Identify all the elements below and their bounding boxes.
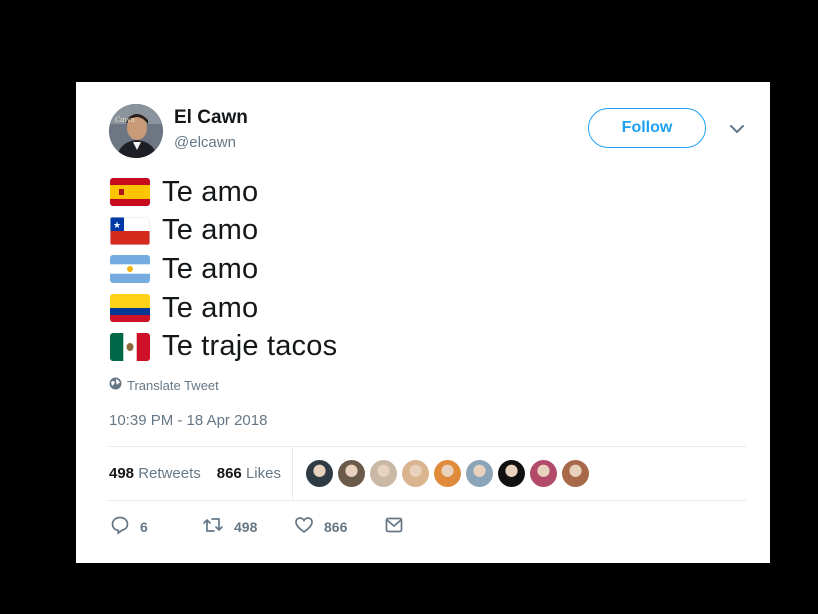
translate-label: Translate Tweet: [127, 377, 219, 393]
argentina-flag-icon: [110, 255, 150, 284]
retweets-label: Retweets: [138, 465, 201, 482]
tweet-stats: 498 Retweets 866 Likes: [109, 465, 281, 482]
tweet-line-text: Te amo: [162, 175, 259, 208]
liker-avatar[interactable]: [338, 460, 365, 487]
divider: [108, 446, 746, 447]
chile-flag-icon: ★: [110, 216, 150, 245]
liker-avatar[interactable]: [370, 460, 397, 487]
tweet-line-text: Te amo: [162, 214, 259, 247]
likes-stat[interactable]: 866 Likes: [217, 465, 281, 482]
tweet-line: Te amo: [110, 173, 337, 212]
likes-label: Likes: [245, 465, 281, 482]
tweet-timestamp[interactable]: 10:39 PM - 18 Apr 2018: [109, 412, 267, 429]
liker-avatar[interactable]: [530, 460, 557, 487]
divider: [292, 447, 293, 500]
likers-avatars: [306, 460, 589, 487]
retweets-stat[interactable]: 498 Retweets: [109, 465, 201, 482]
heart-icon: [294, 515, 314, 538]
divider: [108, 500, 746, 501]
liker-avatar[interactable]: [498, 460, 525, 487]
liker-avatar[interactable]: [306, 460, 333, 487]
reply-icon: [110, 515, 130, 538]
tweet-line-text: Te amo: [162, 291, 259, 324]
svg-text:Cawn: Cawn: [115, 116, 136, 124]
author-name[interactable]: El Cawn: [174, 107, 248, 129]
likes-count: 866: [216, 465, 242, 482]
translate-tweet-link[interactable]: Translate Tweet: [109, 377, 219, 393]
mail-icon: [384, 515, 404, 538]
follow-button[interactable]: Follow: [588, 108, 706, 148]
avatar[interactable]: Cawn: [109, 104, 163, 158]
retweet-icon: [202, 515, 224, 538]
tweet-line: ★ Te amo: [110, 212, 337, 251]
tweet-text: Te amo ★ Te amo Te amo Te amo Te traje t…: [110, 173, 337, 366]
tweet-actions: 6 498 866: [110, 515, 404, 538]
retweets-count: 498: [109, 465, 135, 482]
direct-message-button[interactable]: [384, 515, 404, 538]
liker-avatar[interactable]: [434, 460, 461, 487]
svg-text:★: ★: [113, 221, 121, 231]
reply-count: 6: [140, 518, 148, 535]
tweet-line: Te traje tacos: [110, 327, 337, 366]
like-button[interactable]: 866: [294, 515, 384, 538]
retweet-button[interactable]: 498: [202, 515, 294, 538]
chevron-down-icon[interactable]: [726, 120, 748, 138]
tweet-line-text: Te traje tacos: [162, 330, 338, 363]
spain-flag-icon: [110, 178, 150, 207]
mexico-flag-icon: [110, 332, 150, 361]
liker-avatar[interactable]: [402, 460, 429, 487]
like-count: 866: [324, 518, 348, 535]
liker-avatar[interactable]: [562, 460, 589, 487]
globe-icon: [109, 377, 122, 393]
tweet-line-text: Te amo: [162, 252, 259, 285]
liker-avatar[interactable]: [466, 460, 493, 487]
colombia-flag-icon: [110, 294, 150, 323]
reply-button[interactable]: 6: [110, 515, 202, 538]
tweet-card: Cawn El Cawn @elcawn Follow Te amo ★ Te …: [76, 82, 770, 563]
author-handle[interactable]: @elcawn: [174, 134, 236, 151]
tweet-line: Te amo: [110, 250, 337, 289]
tweet-line: Te amo: [110, 289, 337, 328]
retweet-count: 498: [234, 518, 258, 535]
